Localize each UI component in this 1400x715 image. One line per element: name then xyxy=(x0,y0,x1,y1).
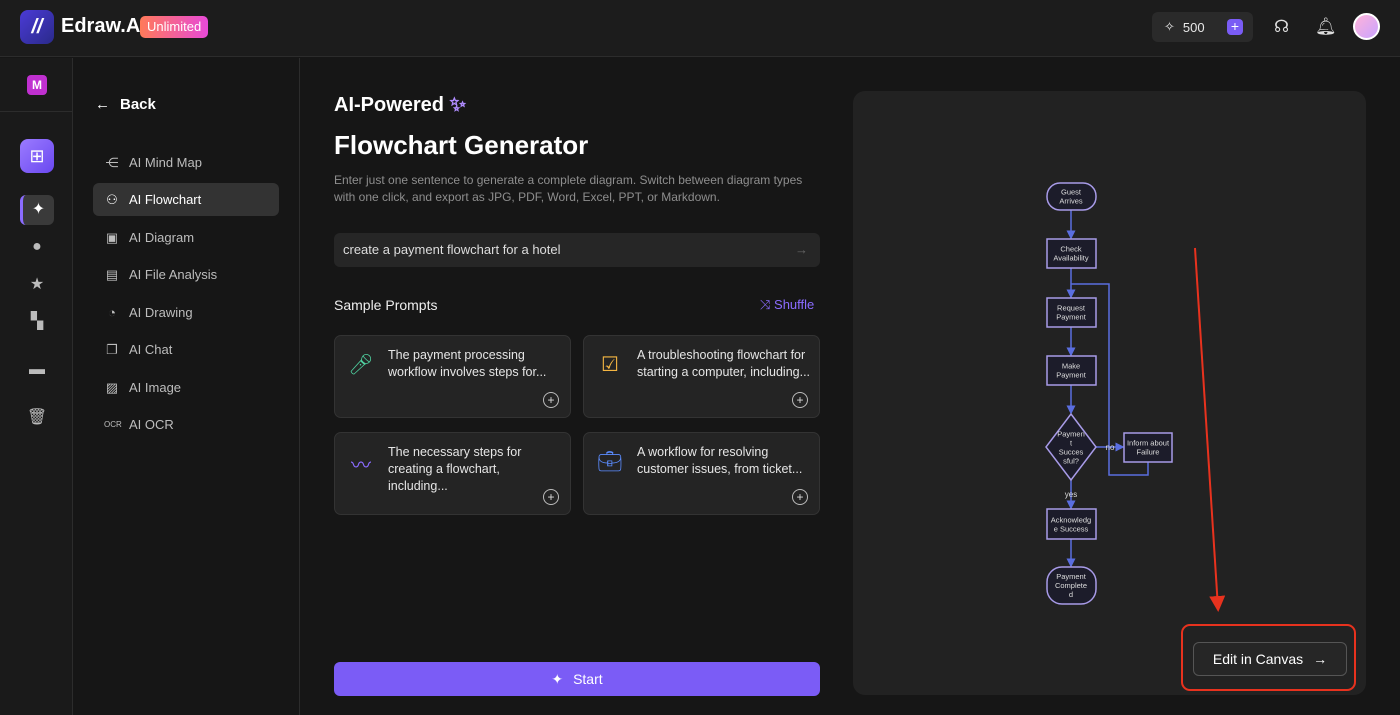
flow-node-label: Request Payment xyxy=(1056,304,1087,322)
flowchart-preview: Guest ArrivesCheck AvailabilityRequest Paym… xyxy=(1045,182,1356,691)
edge-label-yes: yes xyxy=(1065,490,1077,499)
flow-node-label: Guest Arrives xyxy=(1059,188,1083,206)
edit-in-canvas-button[interactable]: Edit in Canvas → xyxy=(1193,642,1347,676)
flow-node-label: Acknowledg e Success xyxy=(1051,516,1091,534)
annotation-arrow xyxy=(1194,247,1226,612)
arrow-right-icon: → xyxy=(1313,651,1328,667)
edge-label-no: no xyxy=(1106,443,1115,452)
